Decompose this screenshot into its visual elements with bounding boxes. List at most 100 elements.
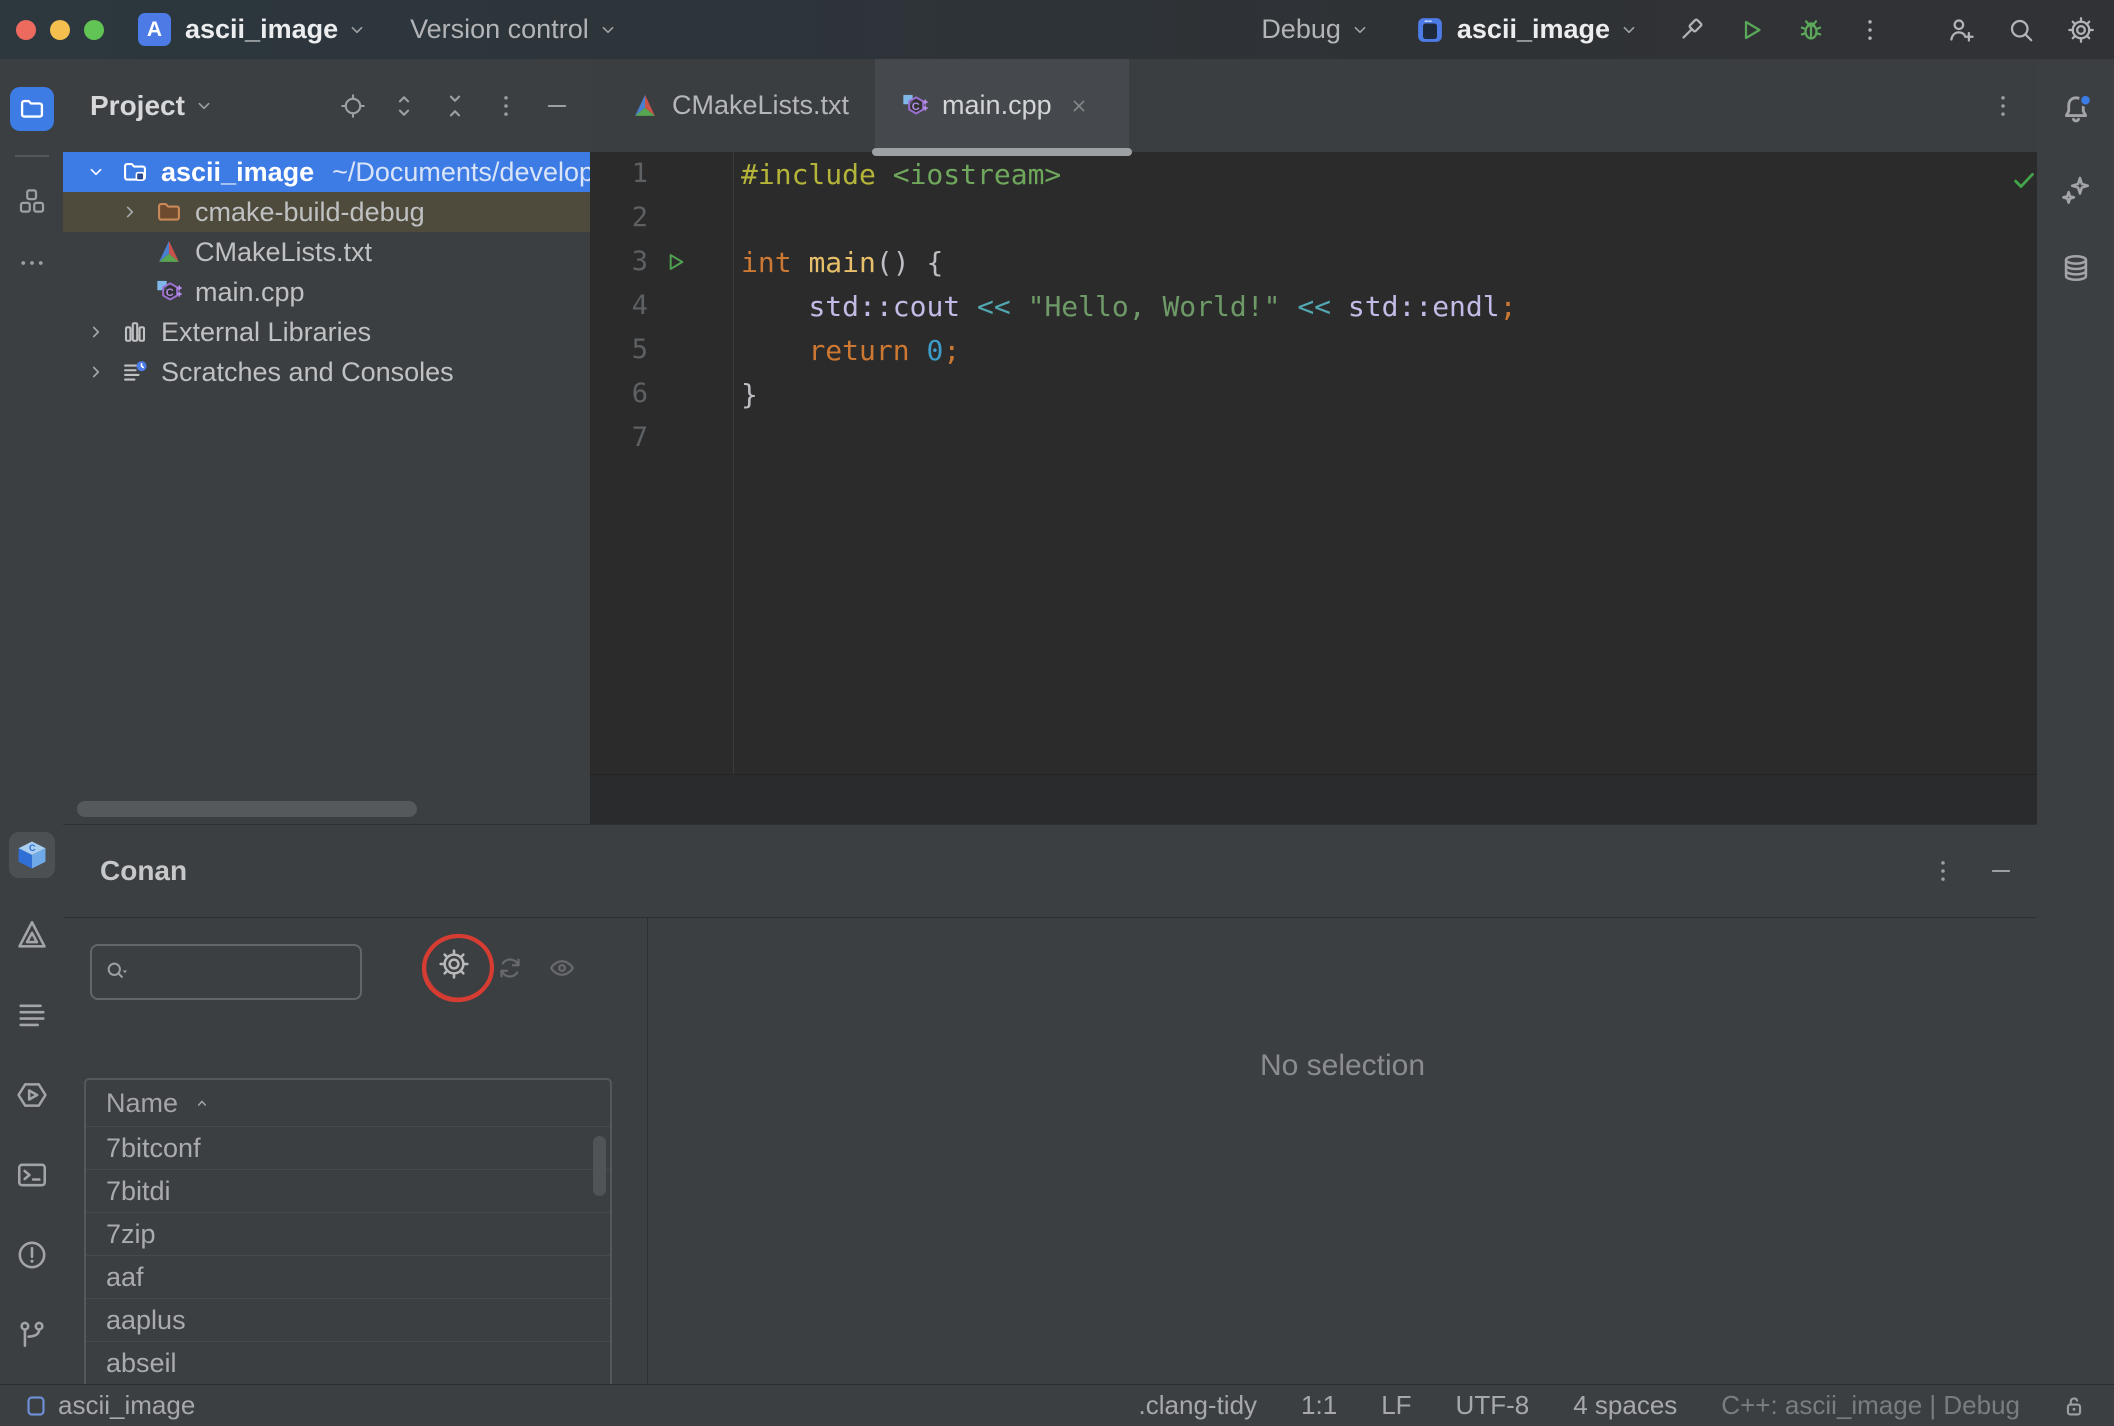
status-widget-1[interactable]: .clang-tidy (1139, 1390, 1258, 1421)
project-widget[interactable]: ascii_image (185, 14, 368, 45)
tree-item-label: External Libraries (161, 316, 372, 347)
vcs-widget[interactable]: Version control (410, 14, 619, 45)
scratches-icon (121, 358, 149, 386)
debug-icon[interactable] (1796, 15, 1826, 45)
title-bar: A ascii_image Version control Debug asci… (0, 0, 2114, 60)
tool-button-todo[interactable] (15, 998, 49, 1032)
svg-text:C: C (28, 843, 35, 853)
tree-item-cmakelists-txt[interactable]: CMakeLists.txt (63, 232, 590, 272)
code-line-4[interactable]: 4 std::cout << "Hello, World!" << std::e… (590, 284, 2037, 328)
package-row-7bitconf[interactable]: 7bitconf (86, 1126, 610, 1169)
cpp-icon: C (901, 92, 929, 120)
editor-bottom-strip (590, 774, 2037, 825)
refresh-icon[interactable] (495, 953, 525, 983)
panel-options-icon[interactable] (492, 92, 520, 120)
project-horizontal-scrollbar[interactable] (77, 801, 417, 817)
chevron-right-icon[interactable] (83, 321, 109, 343)
line-number: 6 (631, 378, 648, 409)
code-editor[interactable]: 1 #include <iostream> 2 3 int main() {4 std:… (590, 152, 2037, 774)
run-icon[interactable] (1736, 15, 1766, 45)
package-row-7zip[interactable]: 7zip (86, 1212, 610, 1255)
close-window-button[interactable] (16, 19, 36, 40)
build-icon[interactable] (1676, 15, 1706, 45)
line-number: 5 (631, 334, 648, 365)
collapse-all-icon[interactable] (441, 92, 469, 120)
close-tab-icon[interactable] (1068, 95, 1090, 117)
add-user-icon[interactable] (1946, 15, 1976, 45)
locate-file-icon[interactable] (339, 92, 367, 120)
status-widget-3[interactable]: LF (1381, 1390, 1411, 1421)
hide-panel-icon[interactable] (543, 92, 571, 120)
tool-button-project[interactable] (9, 87, 54, 131)
tab-label: CMakeLists.txt (672, 90, 850, 120)
tool-button-notifications[interactable] (2057, 91, 2095, 129)
code-line-3[interactable]: 3 int main() { (590, 240, 2037, 284)
code-line-6[interactable]: 6} (590, 372, 2037, 416)
tree-item-label: ascii_image (161, 156, 315, 187)
editor-tab-bar: CMakeLists.txt Cmain.cpp (590, 59, 2037, 156)
tool-button-git[interactable] (15, 1318, 49, 1352)
code-line-5[interactable]: 5 return 0; (590, 328, 2037, 372)
settings-icon[interactable] (2066, 15, 2096, 45)
conan-package-table: Name 7bitconf7bitdi7zipaafaaplusabseilab… (84, 1078, 612, 1426)
cpp-icon: C (155, 278, 183, 306)
tool-button-conan[interactable]: C (8, 832, 55, 878)
chevron-down-icon[interactable] (83, 161, 109, 183)
inspect-icon[interactable] (547, 953, 577, 983)
tree-item-ascii-image[interactable]: ascii_image ~/Documents/develop (63, 152, 590, 192)
build-type-selector[interactable]: Debug (1261, 14, 1371, 45)
tool-button-problems[interactable] (15, 1238, 49, 1272)
tree-item-scratches-and-consoles[interactable]: Scratches and Consoles (63, 352, 590, 392)
status-widget-4[interactable]: UTF-8 (1456, 1390, 1530, 1421)
minimize-window-button[interactable] (50, 19, 70, 40)
expand-all-icon[interactable] (390, 92, 418, 120)
chevron-right-icon[interactable] (117, 201, 143, 223)
tree-item-external-libraries[interactable]: External Libraries (63, 312, 590, 352)
more-actions-icon[interactable] (1856, 16, 1884, 44)
svg-text:C: C (166, 287, 174, 299)
tree-item-label: main.cpp (195, 276, 305, 307)
tree-item-cmake-build-debug[interactable]: cmake-build-debug (63, 192, 590, 232)
package-row-aaf[interactable]: aaf (86, 1255, 610, 1298)
package-name: 7zip (106, 1218, 156, 1249)
chevron-right-icon[interactable] (83, 361, 109, 383)
tool-button-cmake[interactable] (15, 918, 49, 952)
code-line-2[interactable]: 2 (590, 196, 2037, 240)
package-row-7bitdi[interactable]: 7bitdi (86, 1169, 610, 1212)
tab-list-icon[interactable] (1989, 59, 2017, 152)
window-controls (16, 19, 104, 40)
maximize-window-button[interactable] (84, 19, 104, 40)
table-header-name[interactable]: Name (86, 1080, 610, 1126)
conan-options-icon[interactable] (1929, 857, 1957, 885)
inspections-ok-icon[interactable] (2010, 166, 2038, 194)
folder-icon (155, 198, 183, 226)
run-config-selector[interactable]: ascii_image (1415, 14, 1640, 45)
tool-button-services[interactable] (15, 1078, 49, 1112)
tool-button-more[interactable] (10, 241, 54, 285)
status-widget-6[interactable]: C++: ascii_image | Debug (1721, 1390, 2020, 1421)
conan-hide-icon[interactable] (1987, 857, 2015, 885)
table-scrollbar[interactable] (593, 1136, 606, 1196)
tool-button-ai-assistant[interactable] (2059, 173, 2093, 207)
status-widget-2[interactable]: 1:1 (1301, 1390, 1337, 1421)
search-everywhere-icon[interactable] (2006, 15, 2036, 45)
tool-button-database[interactable] (2059, 251, 2093, 285)
tool-button-terminal[interactable] (15, 1158, 49, 1192)
chevron-down-icon[interactable] (193, 95, 215, 117)
structure-icon (17, 186, 47, 216)
conan-search-input[interactable] (90, 944, 362, 1000)
code-line-7[interactable]: 7 (590, 416, 2037, 460)
status-widget-5[interactable]: 4 spaces (1573, 1390, 1677, 1421)
status-project-widget[interactable]: ascii_image (24, 1390, 195, 1421)
run-gutter-icon[interactable] (662, 249, 688, 275)
conan-settings-icon[interactable] (437, 947, 471, 981)
tree-item-main-cpp[interactable]: Cmain.cpp (63, 272, 590, 312)
tool-button-structure[interactable] (10, 179, 54, 223)
cmake-icon (155, 238, 183, 266)
tab-cmakelists-txt[interactable]: CMakeLists.txt (605, 59, 875, 152)
code-line-1[interactable]: 1 #include <iostream> (590, 152, 2037, 196)
package-row-abseil[interactable]: abseil (86, 1341, 610, 1384)
package-row-aaplus[interactable]: aaplus (86, 1298, 610, 1341)
lock-icon[interactable] (2060, 1392, 2088, 1420)
tab-main-cpp[interactable]: Cmain.cpp (872, 59, 1132, 156)
